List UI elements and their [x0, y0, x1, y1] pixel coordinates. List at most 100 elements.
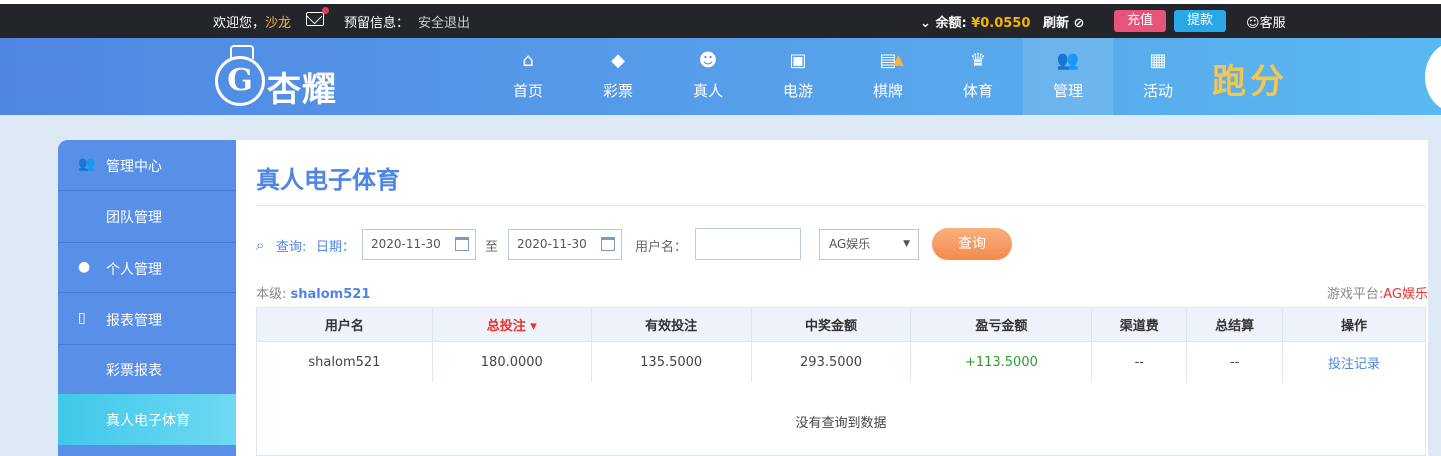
document-icon: ▯ [78, 310, 86, 326]
eye-hidden-icon[interactable]: ⊘ [1074, 16, 1085, 31]
platform-select[interactable]: AG娱乐 ▼ [819, 229, 919, 260]
platform-value: AG娱乐 [1383, 287, 1428, 302]
users-icon: 👥 [1056, 50, 1080, 71]
mail-icon[interactable] [306, 7, 329, 26]
nav-label: 体育 [962, 82, 993, 100]
to-label: 至 [485, 240, 499, 255]
level-user: shalom521 [290, 287, 371, 302]
current-level: 本级: shalom521 [256, 283, 370, 302]
sidebar-item-label: 团队管理 [106, 210, 162, 226]
withdraw-button[interactable]: 提款 [1174, 10, 1226, 32]
table-row: shalom521 180.0000 135.5000 293.5000 +11… [256, 341, 1426, 383]
welcome-text: 欢迎您，沙龙 [213, 12, 291, 31]
refresh-button[interactable]: 刷新 ⊘ [1043, 12, 1084, 31]
cell-username: shalom521 [256, 341, 433, 383]
query-button[interactable]: 查询 [932, 228, 1012, 260]
nav-item-cards[interactable]: ▤ ▲ 棋牌 [843, 38, 933, 115]
sidebar-item-personal[interactable]: ● 个人管理 [58, 242, 236, 293]
column-header: 总结算 [1186, 307, 1284, 342]
date-from-input[interactable]: 2020-11-30 [362, 229, 476, 260]
sidebar-item-label: 个人管理 [106, 262, 162, 278]
logo-crest: G [215, 45, 265, 106]
column-header: 用户名 [256, 307, 433, 342]
unread-dot [322, 7, 329, 14]
nav-item-events[interactable]: ▦ 活动 [1113, 38, 1203, 115]
cell-total-settlement: -- [1186, 341, 1284, 383]
logout-link[interactable]: 安全退出 [418, 12, 470, 31]
users-icon: 👥 [78, 156, 96, 172]
page-title: 真人电子体育 [256, 166, 400, 194]
decorative-circle [1425, 42, 1441, 112]
nav-label: 首页 [512, 82, 543, 100]
column-header: 有效投注 [590, 307, 752, 342]
nav-item-live[interactable]: ☻ 真人 [663, 38, 753, 115]
nav-label: 棋牌 [872, 82, 903, 100]
nav-item-home[interactable]: ⌂ 首页 [483, 38, 573, 115]
sidebar-item-label: 管理中心 [106, 159, 162, 175]
date-to-input[interactable]: 2020-11-30 [508, 229, 622, 260]
sidebar-item-lottery-report[interactable]: 彩票报表 [58, 344, 236, 395]
logo-name: 杏耀 [267, 70, 337, 110]
column-header: 盈亏金额 [910, 307, 1093, 342]
query-bar: ⌕ 查询: 日期： 2020-11-30 至 2020-11-30 用户名： A… [256, 228, 1426, 260]
caret-down-icon: ▼ [903, 239, 910, 249]
cell-profit-loss: +113.5000 [910, 341, 1093, 383]
sidebar-item-live-sports[interactable]: 真人电子体育 [58, 394, 236, 445]
customer-service-label: 客服 [1259, 16, 1286, 31]
game-platform: 游戏平台:AG娱乐 [1327, 283, 1428, 302]
nav-item-manage[interactable]: 👥 管理 [1023, 38, 1113, 115]
sidebar-item-management-center[interactable]: 👥 管理中心 [58, 140, 236, 191]
bet-record-link[interactable]: 投注记录 [1282, 341, 1426, 383]
calendar-icon[interactable] [601, 237, 615, 251]
column-header-label: 总投注 [486, 319, 526, 334]
nav-label: 活动 [1142, 82, 1173, 100]
date-from-value: 2020-11-30 [371, 237, 441, 251]
chevron-down-icon[interactable]: ⌄ [920, 16, 931, 31]
search-label: 查询: [276, 240, 307, 255]
platform-select-value: AG娱乐 [829, 237, 871, 251]
username[interactable]: 沙龙 [265, 16, 291, 31]
nav-label: 电游 [782, 82, 813, 100]
nav-item-sports[interactable]: ♛ 体育 [933, 38, 1023, 115]
username-label: 用户名： [635, 240, 688, 255]
column-header-sorted[interactable]: 总投注 ▾ [431, 307, 592, 342]
main-nav: G 杏耀 ⌂ 首页 ◆ 彩票 ☻ 真人 ▣ 电游 ▤ ▲ 棋牌 ♛ 体育 👥 管… [0, 38, 1441, 115]
calendar-icon[interactable] [455, 237, 469, 251]
main-panel: 真人电子体育 ⌕ 查询: 日期： 2020-11-30 至 2020-11-30… [236, 140, 1428, 456]
hot-flame-icon: ▲ [893, 52, 904, 68]
gift-icon: ▦ [1149, 50, 1167, 71]
logo[interactable]: G 杏耀 [215, 44, 360, 110]
top-bar: 欢迎您，沙龙 预留信息： 安全退出 ⌄ 余额: ¥0.0550 刷新 ⊘ 充值 … [0, 0, 1441, 38]
user-icon: ● [78, 259, 91, 275]
promo-banner[interactable]: 跑分 [1212, 54, 1288, 103]
date-to-value: 2020-11-30 [517, 237, 587, 251]
username-input[interactable] [695, 228, 801, 260]
cell-channel-fee: -- [1091, 341, 1188, 383]
sort-desc-icon: ▾ [530, 319, 537, 334]
search-icon: ⌕ [256, 236, 265, 254]
reserve-info-label: 预留信息： [344, 16, 410, 31]
nav-label: 彩票 [602, 82, 633, 100]
trophy-icon: ♛ [969, 50, 987, 71]
customer-service-link[interactable]: ☺客服 [1246, 12, 1286, 31]
chat-icon: ☺ [1246, 16, 1260, 31]
cards-icon: ▤ [879, 50, 897, 71]
welcome-label: 欢迎您， [213, 16, 266, 31]
sidebar-item-reports[interactable]: ▯ 报表管理 [58, 294, 236, 345]
level-label: 本级: [256, 287, 287, 302]
sidebar: 👥 管理中心 团队管理 ● 个人管理 ▯ 报表管理 彩票报表 真人电子体育 [58, 140, 236, 456]
nav-item-lottery[interactable]: ◆ 彩票 [573, 38, 663, 115]
date-label: 日期： [316, 240, 356, 255]
nav-item-slots[interactable]: ▣ 电游 [753, 38, 843, 115]
home-icon: ⌂ [522, 50, 534, 71]
live-dealer-icon: ☻ [698, 50, 718, 71]
nav-label: 管理 [1052, 82, 1083, 100]
cell-valid-bet: 135.5000 [590, 341, 752, 383]
sidebar-item-team[interactable]: 团队管理 [58, 191, 236, 242]
slot-icon: ▣ [789, 50, 807, 71]
empty-message: 没有查询到数据 [256, 382, 1426, 456]
recharge-button[interactable]: 充值 [1114, 10, 1166, 32]
cell-total-bet: 180.0000 [431, 341, 592, 383]
sidebar-item-label: 报表管理 [106, 313, 162, 329]
column-header: 中奖金额 [750, 307, 912, 342]
